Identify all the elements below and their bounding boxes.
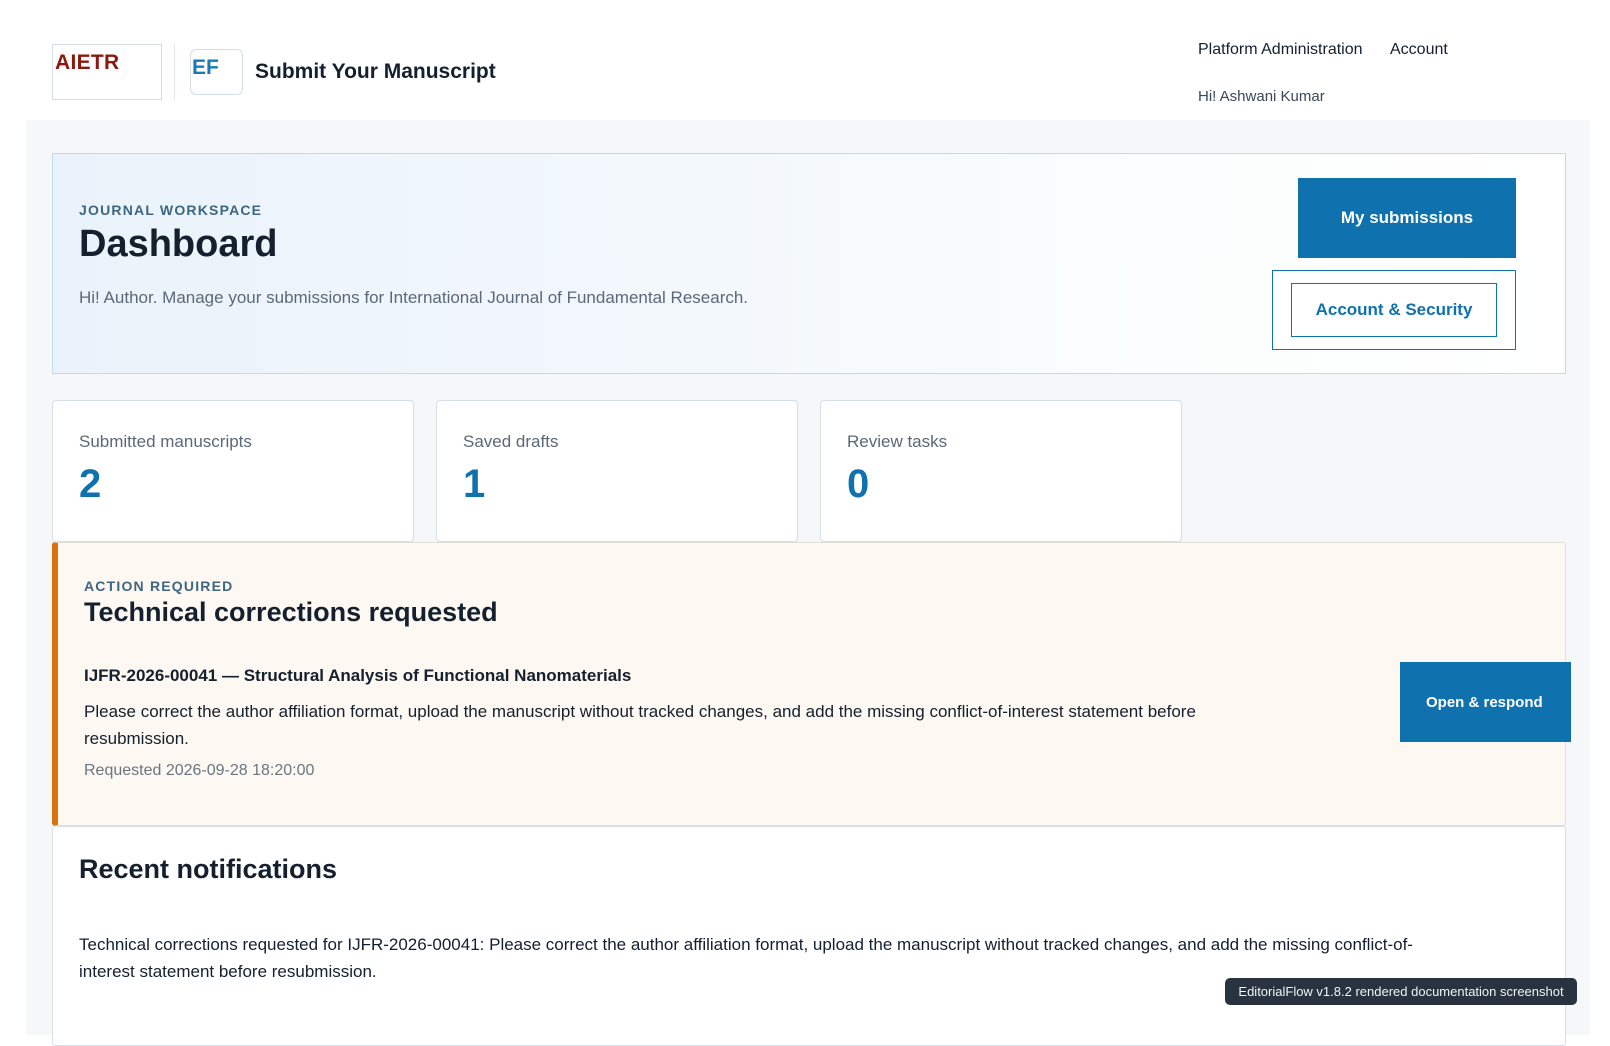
ef-logo-text: EF: [192, 56, 219, 79]
action-eyebrow: ACTION REQUIRED: [84, 578, 234, 594]
recent-notifications-panel: Recent notifications Technical correctio…: [52, 826, 1566, 1046]
stat-label: Review tasks: [847, 432, 948, 451]
stat-label: Saved drafts: [463, 432, 559, 451]
logo-divider: [174, 44, 175, 100]
notifications-title: Recent notifications: [79, 854, 338, 884]
stat-value: 0: [847, 462, 870, 506]
stat-card-submitted: Submitted manuscripts 2: [52, 400, 414, 542]
stat-value: 2: [79, 462, 102, 506]
user-greeting: Hi! Ashwani Kumar: [1198, 88, 1325, 105]
requested-timestamp: Requested 2026-09-28 18:20:00: [84, 762, 315, 779]
correction-message: Please correct the author affiliation fo…: [84, 702, 1196, 748]
version-tooltip: EditorialFlow v1.8.2 rendered documentat…: [1225, 978, 1577, 1005]
site-title[interactable]: Submit Your Manuscript: [255, 60, 496, 84]
site-header: AIETR EF Submit Your Manuscript Platform…: [26, 0, 1590, 120]
stat-card-review-tasks: Review tasks 0: [820, 400, 1182, 542]
aietr-logo[interactable]: AIETR: [52, 44, 162, 100]
page-title: Dashboard: [79, 223, 278, 265]
notification-item[interactable]: Technical corrections requested for IJFR…: [79, 931, 1439, 985]
open-respond-button[interactable]: Open & respond: [1400, 662, 1571, 742]
action-title: Technical corrections requested: [84, 597, 498, 627]
account-security-button-frame: Account & Security: [1272, 270, 1516, 350]
stat-label: Submitted manuscripts: [79, 432, 252, 451]
account-security-button[interactable]: Account & Security: [1291, 283, 1497, 337]
nav-account[interactable]: Account: [1390, 41, 1448, 59]
nav-platform-administration[interactable]: Platform Administration: [1198, 41, 1363, 59]
aietr-logo-text: AIETR: [55, 51, 120, 74]
my-submissions-button[interactable]: My submissions: [1298, 178, 1516, 258]
dashboard-hero: JOURNAL WORKSPACE Dashboard Hi! Author. …: [52, 153, 1566, 374]
editorialflow-logo[interactable]: EF: [190, 49, 243, 95]
stat-card-drafts: Saved drafts 1: [436, 400, 798, 542]
stat-value: 1: [463, 462, 486, 506]
hero-eyebrow: JOURNAL WORKSPACE: [79, 202, 263, 218]
hero-subtitle: Hi! Author. Manage your submissions for …: [79, 288, 749, 307]
app-frame: AIETR EF Submit Your Manuscript Platform…: [26, 0, 1590, 1046]
manuscript-title: IJFR-2026-00041 — Structural Analysis of…: [84, 666, 632, 685]
action-required-panel: ACTION REQUIRED Technical corrections re…: [52, 542, 1571, 826]
